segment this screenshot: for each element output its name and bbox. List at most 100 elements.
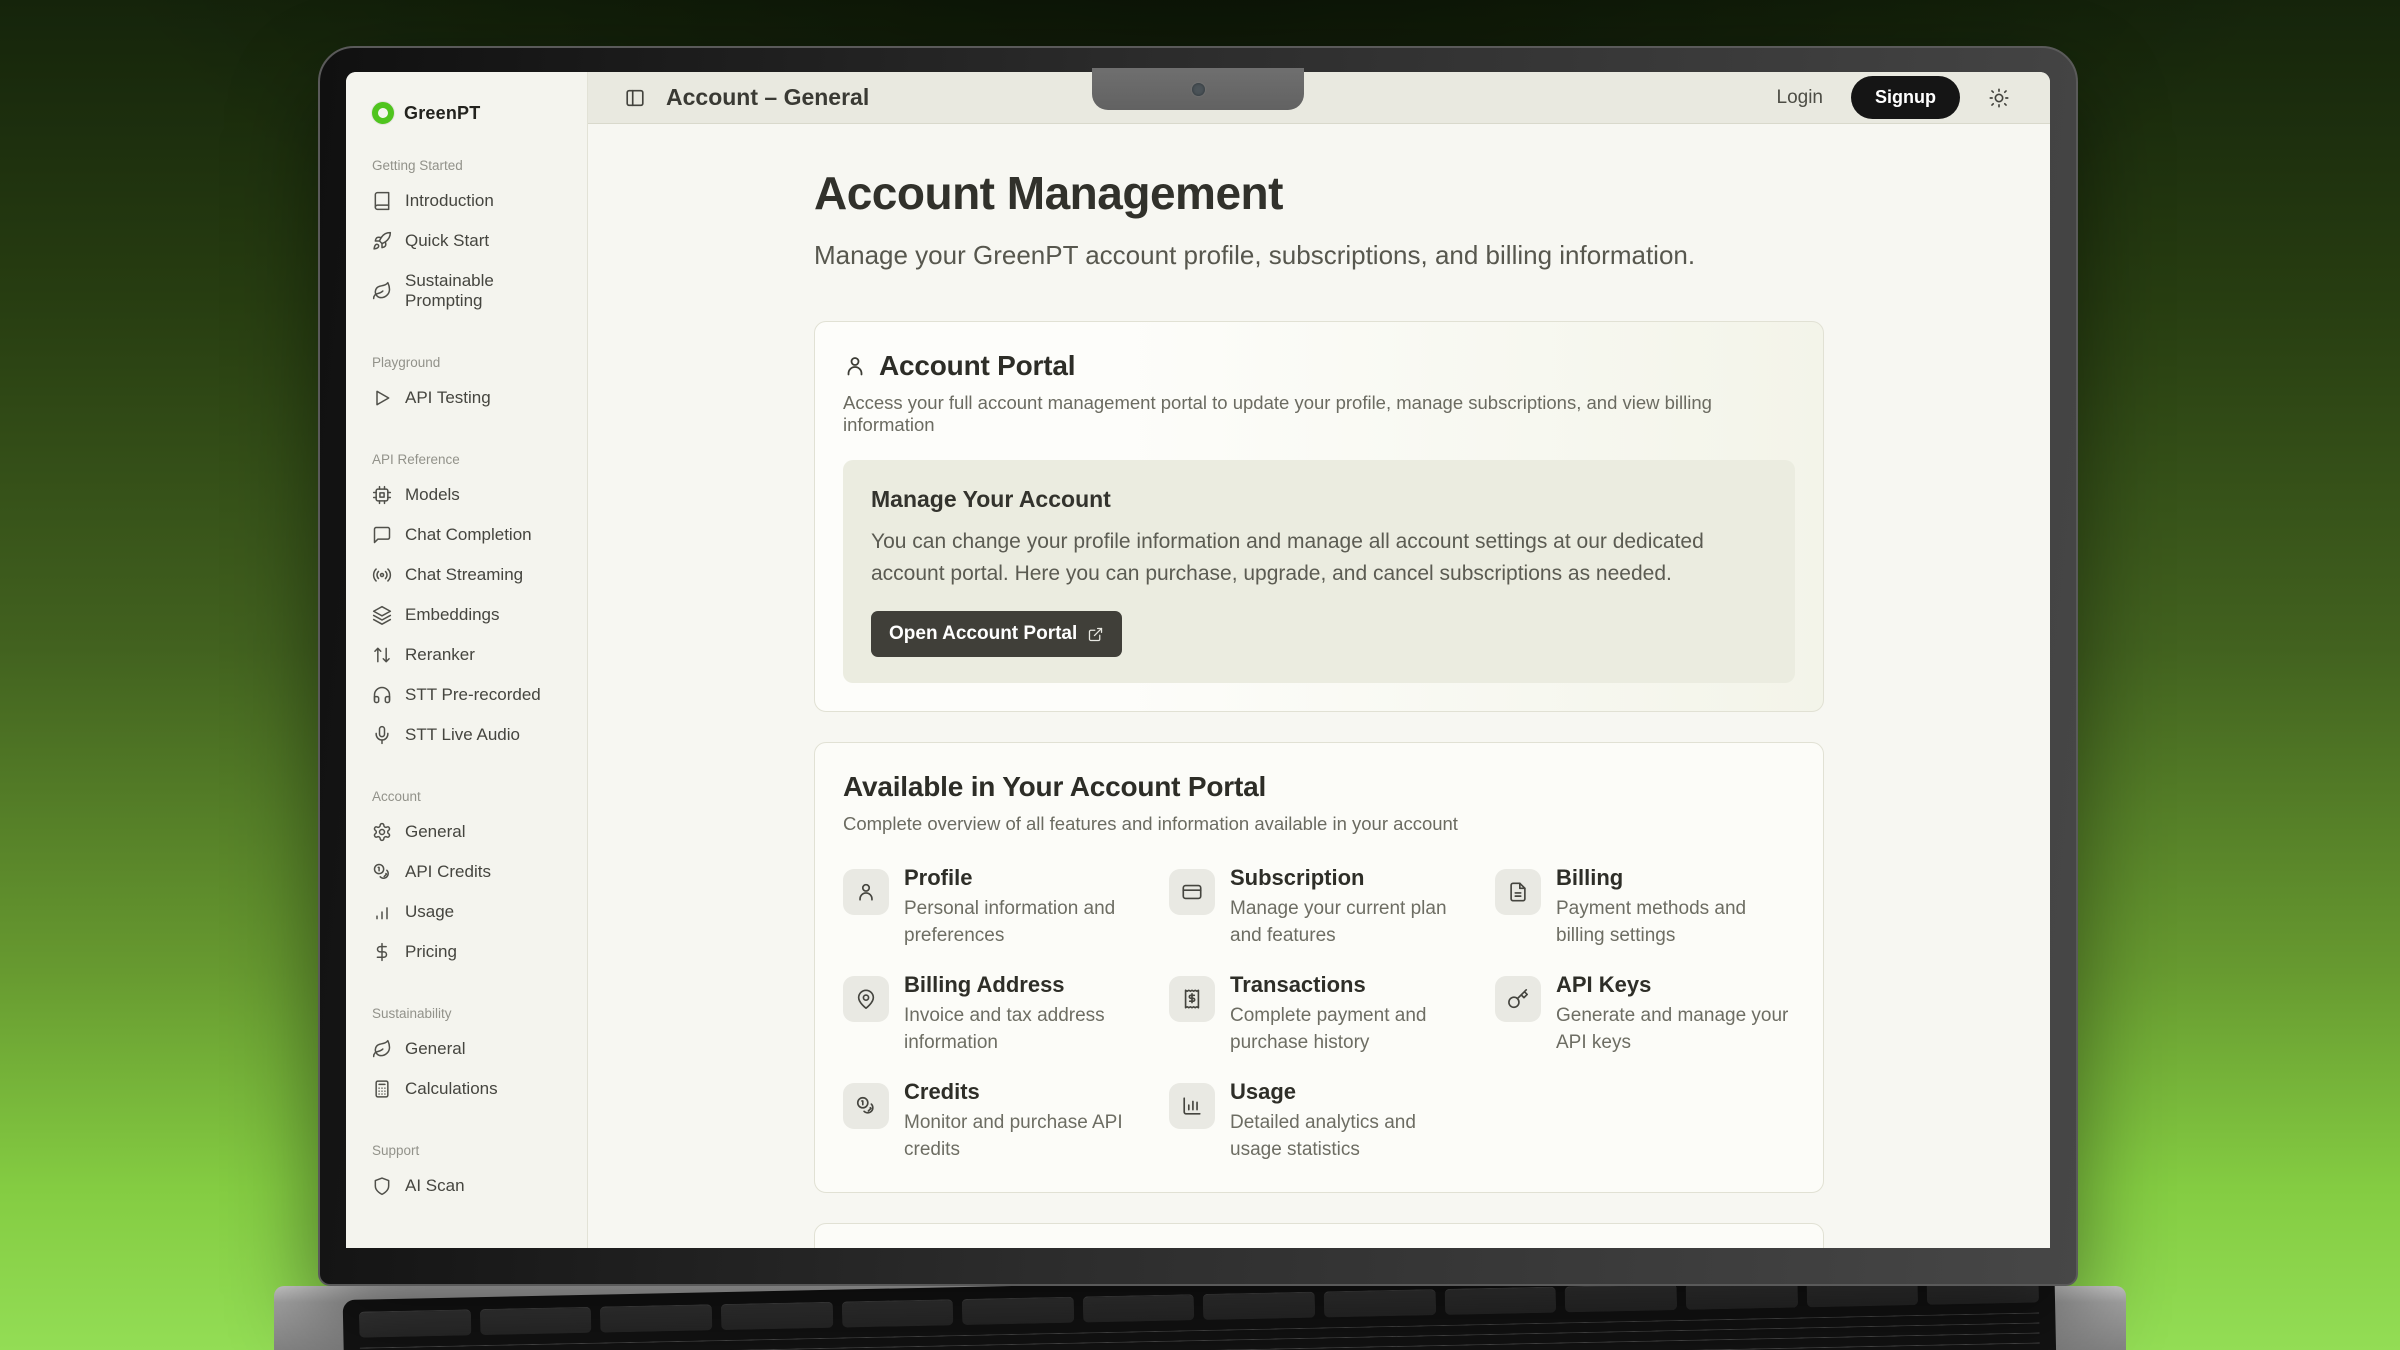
rocket-icon <box>372 231 392 251</box>
chart-icon <box>1181 1095 1203 1117</box>
coins-icon <box>372 862 392 882</box>
notch <box>1092 68 1304 110</box>
sidebar-item-sustainable-prompting[interactable]: Sustainable Prompting <box>372 261 569 321</box>
document-icon <box>1507 881 1529 903</box>
sun-icon[interactable] <box>1988 87 2010 109</box>
sidebar-item-reranker[interactable]: Reranker <box>372 635 569 675</box>
sidebar-item-usage[interactable]: Usage <box>372 892 569 932</box>
keyboard-key <box>360 1342 2040 1350</box>
open-account-portal-label: Open Account Portal <box>889 623 1077 645</box>
topbar-right: Login Signup <box>1777 76 2011 119</box>
sidebar-item-label: Chat Completion <box>405 525 532 545</box>
mic-icon <box>372 725 392 745</box>
sidebar-item-models[interactable]: Models <box>372 475 569 515</box>
leaf-icon <box>372 1039 392 1059</box>
laptop-deck <box>274 1286 2126 1350</box>
brand: GreenPT <box>372 102 569 124</box>
map-pin-icon <box>855 988 877 1010</box>
feature-title: Transactions <box>1230 972 1469 998</box>
feature-api-keys: API Keys Generate and manage your API key… <box>1495 972 1795 1057</box>
login-link[interactable]: Login <box>1777 87 1824 109</box>
sidebar-item-label: API Credits <box>405 862 491 882</box>
chip-icon <box>372 485 392 505</box>
features-grid: Profile Personal information and preferen… <box>843 865 1795 1164</box>
sidebar-item-calculations[interactable]: Calculations <box>372 1069 569 1109</box>
sidebar-item-pricing[interactable]: Pricing <box>372 932 569 972</box>
sidebar-item-label: Calculations <box>405 1079 498 1099</box>
credit-card-icon <box>1181 881 1203 903</box>
shield-icon <box>372 1176 392 1196</box>
user-icon <box>855 881 877 903</box>
sidebar-item-label: General <box>405 822 465 842</box>
sidebar-item-ai-scan[interactable]: AI Scan <box>372 1166 569 1206</box>
manage-account-body: You can change your profile information … <box>871 526 1761 589</box>
sidebar: GreenPT Getting StartedIntroductionQuick… <box>346 72 588 1248</box>
sidebar-section-label: Account <box>372 789 569 804</box>
sidebar-item-embeddings[interactable]: Embeddings <box>372 595 569 635</box>
sidebar-item-api-testing[interactable]: API Testing <box>372 378 569 418</box>
sidebar-section-label: API Reference <box>372 452 569 467</box>
sidebar-item-general[interactable]: General <box>372 1029 569 1069</box>
feature-description: Personal information and preferences <box>904 896 1143 950</box>
keyboard-key <box>1927 1286 2039 1305</box>
keyboard <box>343 1286 2057 1350</box>
features-card: Available in Your Account Portal Complet… <box>814 742 1824 1193</box>
sidebar-section-label: Support <box>372 1143 569 1158</box>
main-area: Account – General Login Signup Account M… <box>588 72 2050 1248</box>
sidebar-item-label: General <box>405 1039 465 1059</box>
feature-icon-box <box>1169 1083 1215 1129</box>
feature-title: API Keys <box>1556 972 1795 998</box>
feature-icon-box <box>1169 869 1215 915</box>
sidebar-item-label: STT Live Audio <box>405 725 520 745</box>
feature-profile: Profile Personal information and preferen… <box>843 865 1143 950</box>
user-icon <box>843 354 867 378</box>
sidebar-item-label: STT Pre-recorded <box>405 685 541 705</box>
sidebar-item-label: Introduction <box>405 191 494 211</box>
keyboard-key <box>600 1304 712 1332</box>
features-card-title: Available in Your Account Portal <box>843 771 1795 803</box>
keyboard-key <box>841 1299 953 1327</box>
feature-icon-box <box>1495 869 1541 915</box>
portal-card-title: Account Portal <box>879 350 1075 382</box>
feature-description: Payment methods and billing settings <box>1556 896 1795 950</box>
sidebar-item-stt-live-audio[interactable]: STT Live Audio <box>372 715 569 755</box>
sidebar-item-stt-pre-recorded[interactable]: STT Pre-recorded <box>372 675 569 715</box>
sidebar-item-label: Sustainable Prompting <box>405 271 569 311</box>
key-icon <box>1507 988 1529 1010</box>
laptop-screen-bezel: GreenPT Getting StartedIntroductionQuick… <box>318 46 2078 1286</box>
keyboard-key <box>1324 1289 1436 1317</box>
sidebar-item-label: Embeddings <box>405 605 500 625</box>
sidebar-toggle-icon[interactable] <box>624 87 646 109</box>
feature-title: Profile <box>904 865 1143 891</box>
features-card-subtitle: Complete overview of all features and in… <box>843 813 1795 835</box>
sidebar-item-chat-completion[interactable]: Chat Completion <box>372 515 569 555</box>
feature-description: Generate and manage your API keys <box>1556 1003 1795 1057</box>
sidebar-item-api-credits[interactable]: API Credits <box>372 852 569 892</box>
chat-icon <box>372 525 392 545</box>
keyboard-key <box>962 1297 1074 1325</box>
sidebar-item-introduction[interactable]: Introduction <box>372 181 569 221</box>
feature-description: Monitor and purchase API credits <box>904 1110 1143 1164</box>
sidebar-item-chat-streaming[interactable]: Chat Streaming <box>372 555 569 595</box>
greenpt-logo-icon <box>372 102 394 124</box>
sidebar-item-general[interactable]: General <box>372 812 569 852</box>
sidebar-nav: Getting StartedIntroductionQuick StartSu… <box>372 158 569 1206</box>
sidebar-item-label: Reranker <box>405 645 475 665</box>
gear-icon <box>372 822 392 842</box>
feature-icon-box <box>843 1083 889 1129</box>
sidebar-item-label: Models <box>405 485 460 505</box>
keyboard-key <box>1444 1287 1556 1315</box>
calculator-icon <box>372 1079 392 1099</box>
sidebar-item-quick-start[interactable]: Quick Start <box>372 221 569 261</box>
feature-billing-address: Billing AddressInvoice and tax address i… <box>843 972 1143 1057</box>
feature-description: Manage your current plan and features <box>1230 896 1469 950</box>
feature-icon-box <box>843 869 889 915</box>
page-subtitle: Manage your GreenPT account profile, sub… <box>814 240 1824 271</box>
keyboard-key <box>480 1307 592 1335</box>
page: Account Management Manage your GreenPT a… <box>588 124 2050 1248</box>
feature-title: Billing <box>1556 865 1795 891</box>
keyboard-key <box>1565 1286 1677 1312</box>
open-account-portal-button[interactable]: Open Account Portal <box>871 611 1122 657</box>
manage-account-panel: Manage Your Account You can change your … <box>843 460 1795 683</box>
signup-button[interactable]: Signup <box>1851 76 1960 119</box>
